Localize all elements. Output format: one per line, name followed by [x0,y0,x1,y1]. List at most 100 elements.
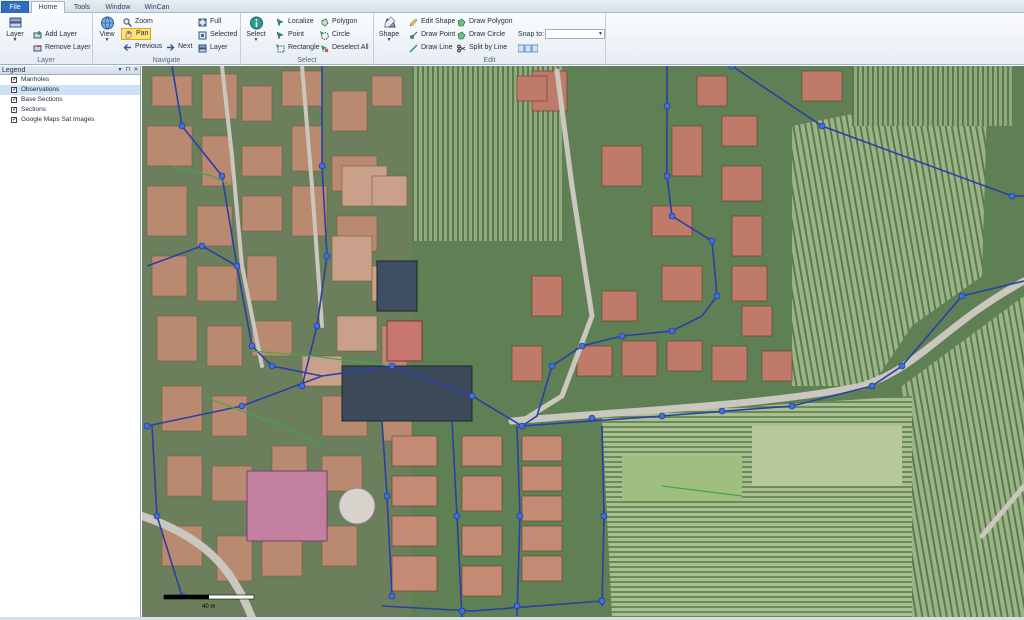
previous-button[interactable]: Previous [123,41,162,53]
ribbon-group-select: Select ▼ Localize Point Rectangle Polygo… [241,13,374,65]
legend-header: Legend ▾ ⊓ ✕ [0,66,140,75]
legend-item-label: Google Maps Sat Images [21,116,95,123]
satellite-map[interactable]: 40 m [142,66,1024,618]
snap-mode-icons[interactable] [518,44,538,53]
hand-icon [125,30,132,38]
legend-item-label: Manholes [21,76,50,83]
remove-layer-icon [33,44,42,51]
scale-bar [163,594,255,600]
select-circle-icon [320,30,329,40]
pan-label: Pan [136,30,149,37]
draw-point-icon [410,31,418,39]
legend-item-observations[interactable]: ✓ Observations [0,85,140,95]
map-canvas[interactable]: 40 m [142,66,1024,618]
remove-layer-button[interactable]: Remove Layer [33,42,91,54]
legend-item-base-sections[interactable]: ✓ Base Sections [0,95,140,105]
legend-item-google-maps-sat-images[interactable]: ✓ Google Maps Sat Images [0,115,140,125]
shape-button[interactable]: Shape ▼ [378,16,400,43]
select-circle-button[interactable]: Circle [320,29,350,41]
zoom-button[interactable]: Zoom [123,16,153,28]
edit-group-label: Edit [483,57,496,64]
zoom-layer-button[interactable]: Layer [198,42,228,54]
deselect-all-label: Deselect All [332,44,369,51]
arrow-right-icon [167,43,175,51]
checkbox[interactable]: ✓ [11,77,17,83]
building-pink-roof [246,470,328,542]
split-by-line-label: Split by Line [469,44,508,51]
ribbon-group-navigate: View ▼ Zoom Pan Previous Next Full Selec… [93,13,241,65]
select-button[interactable]: Select ▼ [245,16,267,43]
tab-window[interactable]: Window [100,1,136,13]
zoom-label: Zoom [135,18,153,25]
polygon-label: Polygon [332,18,358,25]
chevron-down-icon: ▼ [12,37,18,43]
info-icon [249,16,263,30]
close-icon[interactable]: ✕ [132,66,140,74]
layer-label: Layer [210,44,228,51]
draw-line-button[interactable]: Draw Line [409,42,453,54]
shape-icon [383,16,396,28]
ribbon-tab-strip: File Home Tools Window WinCan [0,0,1024,14]
pin-icon[interactable]: ▾ [116,66,124,74]
snap-to-text: Snap to: [518,31,545,38]
edit-shape-button[interactable]: Edit Shape [409,16,455,28]
snap-options [518,42,541,54]
next-label: Next [178,43,193,50]
point-label: Point [288,31,304,38]
globe-icon [100,16,114,30]
tab-wincan[interactable]: WinCan [138,1,176,13]
tab-file[interactable]: File [1,1,29,13]
pin-icon[interactable]: ⊓ [124,66,132,74]
round-structure [338,487,376,525]
legend-item-label: Observations [21,86,60,93]
split-by-line-button[interactable]: Split by Line [457,42,507,54]
draw-point-label: Draw Point [421,31,456,38]
legend-panel: Legend ▾ ⊓ ✕ ✓ Manholes ✓ Observations ✓ Ba… [0,66,141,618]
tab-tools[interactable]: Tools [66,1,98,13]
next-button[interactable]: Next [166,41,192,53]
draw-circle-button[interactable]: Draw Circle [457,29,505,41]
legend-item-label: Base Sections [21,96,63,103]
add-layer-button[interactable]: Add Layer [33,29,77,41]
legend-item-sections[interactable]: ✓ Sections [0,105,140,115]
view-button[interactable]: View ▼ [96,16,118,43]
full-extent-button[interactable]: Full [198,16,221,28]
draw-point-button[interactable]: Draw Point [409,29,455,41]
chevron-down-icon: ▼ [386,37,392,43]
previous-label: Previous [135,43,163,50]
select-polygon-icon [321,18,329,26]
checkbox[interactable]: ✓ [11,107,17,113]
pan-button[interactable]: Pan [121,28,152,40]
full-extent-icon [198,18,207,26]
layer-button[interactable]: Layer ▼ [4,16,26,43]
zoom-icon [123,17,132,27]
select-polygon-button[interactable]: Polygon [320,16,357,28]
legend-title: Legend [2,67,26,74]
building-red-roof [386,320,423,362]
full-label: Full [210,18,222,25]
building-dark-roof [376,260,418,312]
zoom-selected-button[interactable]: Selected [198,29,237,41]
checkbox[interactable]: ✓ [11,117,17,123]
draw-line-icon [409,43,418,53]
draw-polygon-button[interactable]: Draw Polygon [457,16,513,28]
deselect-icon [321,44,329,52]
localize-button[interactable]: Localize [276,16,314,28]
edit-shape-label: Edit Shape [421,18,456,25]
checkbox[interactable]: ✓ [11,87,17,93]
snap-to-dropdown[interactable]: ▼ [545,29,605,39]
edit-shape-icon [409,18,418,26]
deselect-all-button[interactable]: Deselect All [320,42,369,54]
select-rectangle-button[interactable]: Rectangle [276,42,320,54]
snap-to-label: Snap to: [518,29,544,41]
legend-item-manholes[interactable]: ✓ Manholes [0,75,140,85]
select-point-icon [276,31,284,40]
selected-label: Selected [210,31,238,38]
select-rectangle-icon [276,43,285,52]
draw-polygon-icon [457,18,466,26]
draw-line-label: Draw Line [421,44,453,51]
checkbox[interactable]: ✓ [11,97,17,103]
select-point-button[interactable]: Point [276,29,304,41]
meadow [752,426,902,486]
zoom-layer-icon [198,44,207,52]
